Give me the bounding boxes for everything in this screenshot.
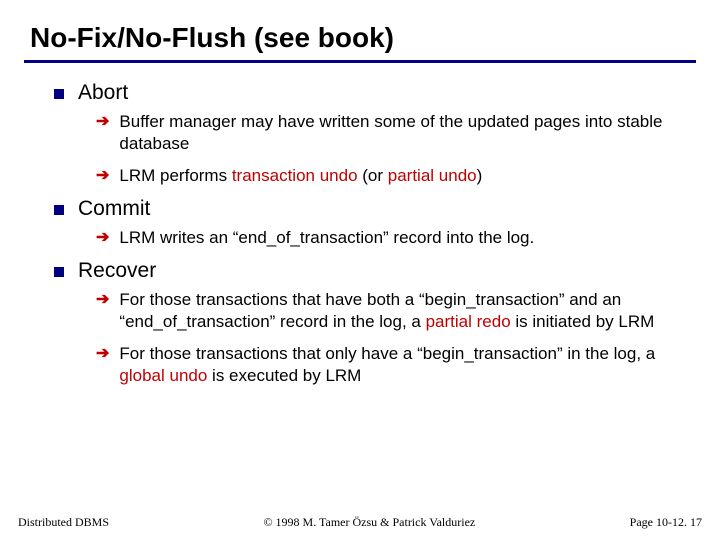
section-abort: Abort ➔ Buffer manager may have written … xyxy=(54,81,690,187)
sub-list: ➔ LRM writes an “end_of_transaction” rec… xyxy=(54,227,690,249)
section-recover: Recover ➔ For those transactions that ha… xyxy=(54,259,690,387)
sub-text: LRM writes an “end_of_transaction” recor… xyxy=(119,227,534,249)
bullet-row: Commit xyxy=(54,197,690,221)
section-heading: Commit xyxy=(78,197,150,221)
bullet-row: Abort xyxy=(54,81,690,105)
footer: Distributed DBMS © 1998 M. Tamer Özsu & … xyxy=(0,515,720,530)
slide: No-Fix/No-Flush (see book) Abort ➔ Buffe… xyxy=(0,0,720,540)
square-bullet-icon xyxy=(54,267,64,277)
sub-item: ➔ LRM performs transaction undo (or part… xyxy=(96,165,690,187)
sub-text: For those transactions that have both a … xyxy=(119,289,690,333)
footer-center: © 1998 M. Tamer Özsu & Patrick Valduriez xyxy=(109,515,630,530)
arrow-icon: ➔ xyxy=(96,289,109,311)
slide-title: No-Fix/No-Flush (see book) xyxy=(24,22,696,63)
section-commit: Commit ➔ LRM writes an “end_of_transacti… xyxy=(54,197,690,249)
sub-item: ➔ Buffer manager may have written some o… xyxy=(96,111,690,155)
bullet-row: Recover xyxy=(54,259,690,283)
sub-item: ➔ LRM writes an “end_of_transaction” rec… xyxy=(96,227,690,249)
footer-left: Distributed DBMS xyxy=(18,515,109,530)
sub-text: For those transactions that only have a … xyxy=(119,343,690,387)
arrow-icon: ➔ xyxy=(96,165,109,187)
sub-item: ➔ For those transactions that only have … xyxy=(96,343,690,387)
sub-item: ➔ For those transactions that have both … xyxy=(96,289,690,333)
section-heading: Recover xyxy=(78,259,156,283)
arrow-icon: ➔ xyxy=(96,227,109,249)
sub-list: ➔ Buffer manager may have written some o… xyxy=(54,111,690,187)
square-bullet-icon xyxy=(54,205,64,215)
sub-list: ➔ For those transactions that have both … xyxy=(54,289,690,387)
sub-text: LRM performs transaction undo (or partia… xyxy=(119,165,482,187)
arrow-icon: ➔ xyxy=(96,343,109,365)
footer-right: Page 10-12. 17 xyxy=(630,515,702,530)
square-bullet-icon xyxy=(54,89,64,99)
section-heading: Abort xyxy=(78,81,128,105)
arrow-icon: ➔ xyxy=(96,111,109,133)
sub-text: Buffer manager may have written some of … xyxy=(119,111,690,155)
slide-content: Abort ➔ Buffer manager may have written … xyxy=(30,81,690,387)
